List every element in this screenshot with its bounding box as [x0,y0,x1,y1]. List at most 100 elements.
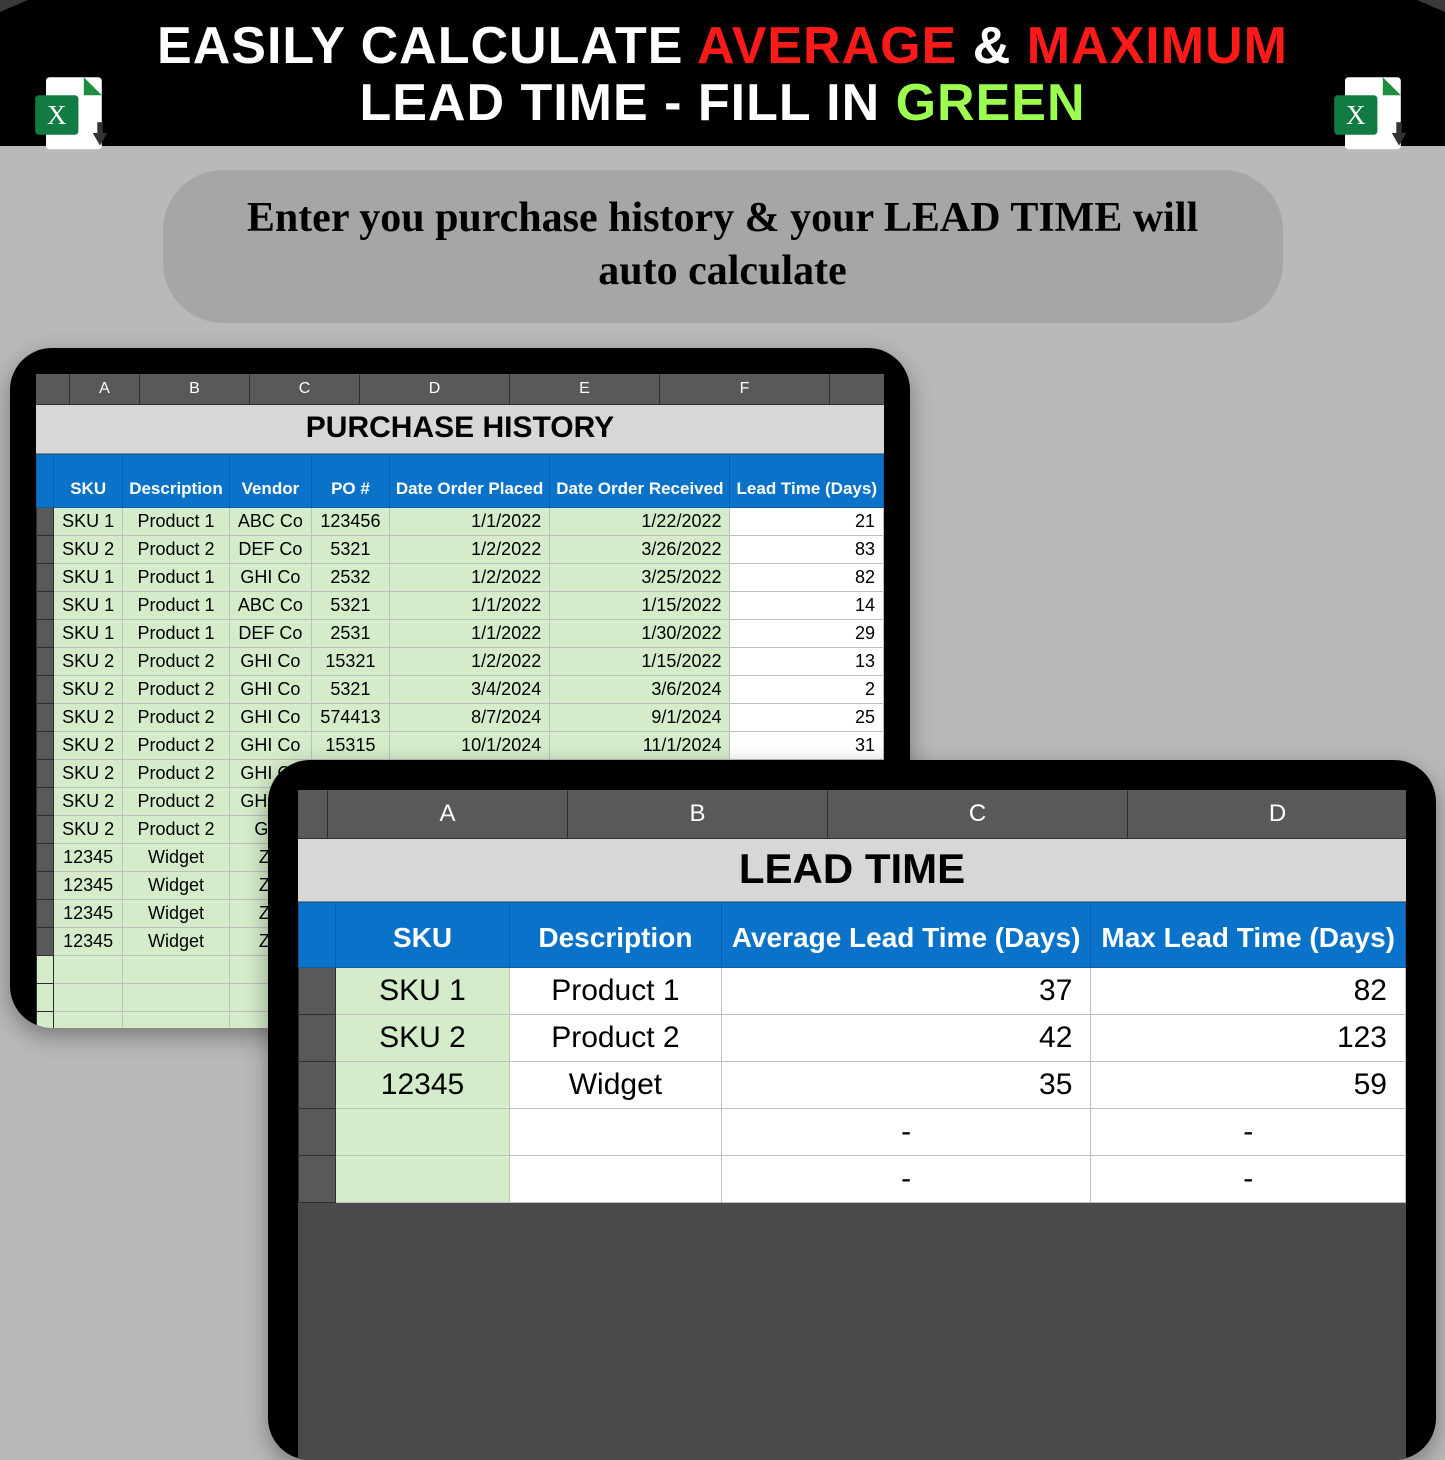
title-green: GREEN [896,74,1086,132]
cell[interactable]: Product 1 [123,620,230,648]
cell[interactable]: 12345 [54,900,123,928]
cell[interactable]: Widget [123,872,230,900]
cell[interactable]: SKU 2 [54,704,123,732]
cell[interactable] [336,1155,510,1202]
cell[interactable]: Product 2 [123,676,230,704]
cell[interactable]: 15315 [312,732,390,760]
cell[interactable]: DEF Co [229,536,311,564]
column-letters: ABCDEFG [36,374,884,405]
cell[interactable] [123,1012,230,1029]
cell[interactable]: Product 2 [123,732,230,760]
cell[interactable]: Product 2 [123,788,230,816]
cell[interactable] [54,984,123,1012]
cell[interactable]: 3/6/2024 [550,676,730,704]
cell[interactable]: Product 1 [123,564,230,592]
cell[interactable]: SKU 2 [54,816,123,844]
cell[interactable]: ABC Co [229,508,311,536]
cell[interactable]: 1/2/2022 [389,536,549,564]
purchase-history-title: PURCHASE HISTORY [36,405,884,454]
column-letter: A [70,374,140,404]
cell: 13 [730,648,884,676]
cell: 2 [730,676,884,704]
cell[interactable]: 574413 [312,704,390,732]
cell[interactable]: 5321 [312,676,390,704]
cell[interactable]: Widget [123,900,230,928]
cell: 82 [1091,967,1406,1014]
cell[interactable] [123,984,230,1012]
cell[interactable]: 5321 [312,592,390,620]
cell[interactable]: GHI Co [229,732,311,760]
cell[interactable]: 1/30/2022 [550,620,730,648]
cell[interactable]: Widget [123,844,230,872]
cell[interactable]: SKU 1 [54,620,123,648]
cell[interactable]: 1/1/2022 [389,508,549,536]
cell[interactable]: 9/1/2024 [550,704,730,732]
cell[interactable]: GHI Co [229,704,311,732]
cell[interactable]: 10/1/2024 [389,732,549,760]
cell: 37 [721,967,1091,1014]
cell[interactable]: SKU 2 [336,1014,510,1061]
cell[interactable]: 2531 [312,620,390,648]
cell[interactable]: SKU 2 [54,732,123,760]
cell[interactable]: 1/1/2022 [389,592,549,620]
cell[interactable] [54,1012,123,1029]
cell[interactable]: 12345 [54,844,123,872]
cell[interactable] [336,1108,510,1155]
cell[interactable]: GHI Co [229,648,311,676]
table-row: SKU 2Product 2GHI Co5744138/7/20249/1/20… [37,704,884,732]
cell[interactable]: 3/25/2022 [550,564,730,592]
cell[interactable]: 3/4/2024 [389,676,549,704]
cell [510,1108,722,1155]
title-heading: EASILY CALCULATE AVERAGE & MAXIMUM LEAD … [0,18,1445,132]
cell[interactable]: Widget [123,928,230,956]
table-row: SKU 2Product 2GHI Co153211/2/20221/15/20… [37,648,884,676]
cell[interactable]: SKU 2 [54,536,123,564]
cell[interactable]: SKU 1 [54,592,123,620]
cell[interactable]: 12345 [54,928,123,956]
cell[interactable]: 1/22/2022 [550,508,730,536]
subtitle-bubble: Enter you purchase history & your LEAD T… [163,170,1283,323]
column-letter: D [1128,790,1406,838]
cell[interactable]: 1/2/2022 [389,564,549,592]
column-header: Date Order Placed [389,455,549,508]
cell[interactable]: Product 1 [123,508,230,536]
cell[interactable]: 1/15/2022 [550,648,730,676]
cell[interactable]: SKU 1 [54,508,123,536]
cell[interactable]: 12345 [336,1061,510,1108]
cell[interactable]: SKU 2 [54,676,123,704]
cell[interactable] [54,956,123,984]
cell[interactable]: Product 2 [123,648,230,676]
cell[interactable]: ABC Co [229,592,311,620]
cell[interactable]: Product 2 [123,760,230,788]
cell[interactable]: 5321 [312,536,390,564]
cell[interactable]: DEF Co [229,620,311,648]
table-row: SKU 2Product 2DEF Co53211/2/20223/26/202… [37,536,884,564]
cell[interactable]: 12345 [54,872,123,900]
cell[interactable]: SKU 2 [54,760,123,788]
cell[interactable]: 1/2/2022 [389,648,549,676]
cell[interactable]: 3/26/2022 [550,536,730,564]
cell[interactable]: SKU 1 [336,967,510,1014]
cell[interactable]: SKU 2 [54,648,123,676]
cell[interactable]: Product 2 [123,704,230,732]
cell[interactable]: Product 2 [123,536,230,564]
cell[interactable]: 15321 [312,648,390,676]
lead-time-table: SKUDescriptionAverage Lead Time (Days)Ma… [298,902,1406,1203]
column-header: Lead Time (Days) [730,455,884,508]
cell[interactable] [123,956,230,984]
cell[interactable]: GHI Co [229,676,311,704]
cell[interactable]: SKU 1 [54,564,123,592]
column-letter: D [360,374,510,404]
cell: 59 [1091,1061,1406,1108]
column-header: Max Lead Time (Days) [1091,903,1406,968]
cell[interactable]: 11/1/2024 [550,732,730,760]
cell[interactable]: Product 1 [123,592,230,620]
cell[interactable]: 8/7/2024 [389,704,549,732]
cell[interactable]: 123456 [312,508,390,536]
cell[interactable]: Product 2 [123,816,230,844]
cell[interactable]: GHI Co [229,564,311,592]
cell[interactable]: 1/15/2022 [550,592,730,620]
cell[interactable]: 1/1/2022 [389,620,549,648]
cell[interactable]: SKU 2 [54,788,123,816]
cell[interactable]: 2532 [312,564,390,592]
